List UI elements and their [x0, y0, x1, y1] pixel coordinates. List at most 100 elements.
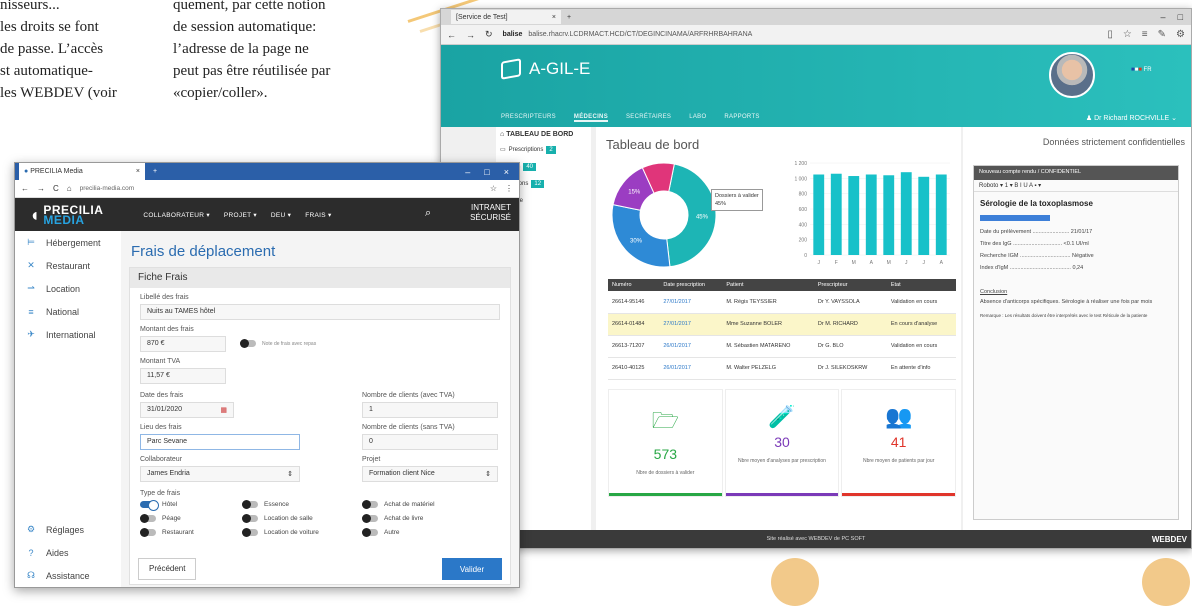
toggle-restaurant[interactable]: Restaurant: [140, 528, 194, 537]
sidebar-item-reglages[interactable]: ⚙ Réglages: [15, 518, 121, 541]
refresh-icon[interactable]: ↻: [485, 29, 493, 40]
sidebar-item-national[interactable]: ≡ National: [15, 300, 121, 323]
libelle-field[interactable]: Nuits au TAMES hôtel: [140, 304, 500, 320]
toggle-hotel[interactable]: Hôtel: [140, 500, 177, 511]
previous-button[interactable]: Précédent: [138, 558, 197, 580]
close-icon[interactable]: ×: [552, 14, 556, 21]
sidebar-item-restaurant[interactable]: ✕ Restaurant: [15, 254, 121, 277]
toggle-switch[interactable]: [242, 514, 258, 523]
montant-field[interactable]: 870 €: [140, 336, 226, 352]
note-toggle[interactable]: Note de frais avec repas: [240, 339, 316, 348]
settings-icon[interactable]: ⚙: [1176, 29, 1185, 40]
sidebar-item-assistance[interactable]: ☊ Assistance: [15, 564, 121, 587]
plane-icon: ✈: [27, 329, 35, 339]
toggle-achat-materiel[interactable]: Achat de matériel: [362, 500, 435, 509]
close-icon[interactable]: ×: [136, 168, 140, 175]
toggle-switch[interactable]: [240, 339, 256, 348]
nav-prescripteurs[interactable]: PRESCRIPTEURS: [501, 114, 556, 122]
collaborateur-select[interactable]: James Endria ⇕: [140, 466, 300, 482]
toggle-switch[interactable]: [362, 500, 378, 509]
column-header[interactable]: Etat: [886, 279, 956, 291]
toggle-location-voiture[interactable]: Location de voiture: [242, 528, 319, 537]
validate-button[interactable]: Valider: [442, 558, 502, 580]
table-row[interactable]: 26614-01484 27/01/2017 Mme Suzanne BOLER…: [608, 313, 956, 336]
table-row[interactable]: 26410-40125 26/01/2017 M. Walter PELZELG…: [608, 357, 956, 380]
language-flag[interactable]: ■■■ FR: [1131, 67, 1152, 73]
stat-card-dossiers[interactable]: 🗁 573 Nbre de dossiers à valider: [608, 389, 723, 497]
report-body[interactable]: Sérologie de la toxoplasmose Date du pré…: [974, 192, 1178, 325]
nav-frais[interactable]: FRAIS ▾: [305, 211, 331, 219]
editor-toolbar[interactable]: Roboto ▾ 1 ▾ B I U A ▪ ▾: [974, 180, 1178, 192]
nav-rapports[interactable]: RAPPORTS: [724, 114, 759, 122]
table-row[interactable]: 26613-71207 26/01/2017 M. Sébastien MATA…: [608, 335, 956, 358]
date-field[interactable]: 31/01/2020 ▦: [140, 402, 234, 418]
column-header[interactable]: Patient: [722, 279, 814, 291]
sidebar-item-location[interactable]: ⇀ Location: [15, 277, 121, 300]
forward-icon[interactable]: →: [37, 184, 45, 193]
toggle-essence[interactable]: Essence: [242, 500, 289, 509]
table-row[interactable]: 26614-95146 27/01/2017 M. Régis TEYSSIER…: [608, 291, 956, 314]
lieu-field[interactable]: Parc Sevane: [140, 434, 300, 450]
toggle-achat-livre[interactable]: Achat de livre: [362, 514, 423, 523]
sidebar-item-hebergement[interactable]: ⊨ Hébergement: [15, 231, 121, 254]
new-tab-icon[interactable]: +: [567, 14, 571, 21]
toggle-peage[interactable]: Péage: [140, 514, 181, 523]
toggle-autre[interactable]: Autre: [362, 528, 400, 537]
kebab-menu-icon[interactable]: ⋮: [505, 184, 513, 193]
nav-projet[interactable]: PROJET ▾: [224, 211, 257, 219]
calendar-icon[interactable]: ▦: [220, 406, 227, 414]
url-field[interactable]: balise balise.rhacrv.LCDRMACT.HCD/CT/DEGI…: [503, 31, 1098, 38]
sidebar-title[interactable]: ⌂ TABLEAU DE BORD: [500, 131, 587, 138]
forward-icon[interactable]: →: [466, 30, 475, 40]
nav-medecins[interactable]: MÉDECINS: [573, 114, 608, 122]
note-icon[interactable]: ✎: [1158, 29, 1166, 40]
menu-icon[interactable]: ≡: [1142, 29, 1148, 40]
toggle-location-salle[interactable]: Location de salle: [242, 514, 313, 523]
toggle-switch[interactable]: [362, 528, 378, 537]
nav-collaborateur[interactable]: COLLABORATEUR ▾: [143, 211, 210, 219]
toggle-switch[interactable]: [140, 500, 159, 511]
maximize-icon[interactable]: □: [484, 167, 489, 177]
projet-select[interactable]: Formation client Nice ⇕: [362, 466, 498, 482]
clients-tva-field[interactable]: 1: [362, 402, 498, 418]
search-icon[interactable]: ⌕: [425, 207, 431, 220]
user-menu[interactable]: ♟ Dr Richard ROCHVILLE ⌄: [1086, 114, 1177, 122]
nav-secretaires[interactable]: SECRÉTAIRES: [626, 114, 671, 122]
column-header[interactable]: Date prescription: [659, 279, 723, 291]
maximize-icon[interactable]: □: [1178, 12, 1183, 22]
toggle-switch[interactable]: [140, 514, 156, 523]
avatar[interactable]: [1049, 52, 1095, 98]
sidebar-item-international[interactable]: ✈ International: [15, 323, 121, 346]
column-header[interactable]: Numéro: [608, 279, 660, 291]
nav-labo[interactable]: LABO: [689, 114, 706, 122]
stat-card-analyses[interactable]: 🧪 30 Nbre moyen d'analyses par prescript…: [724, 389, 840, 497]
new-tab-icon[interactable]: +: [153, 168, 157, 175]
favicon-icon: ●: [24, 168, 29, 175]
agile-logo[interactable]: A-GIL-E: [501, 58, 590, 80]
tva-field[interactable]: 11,57 €: [140, 368, 226, 384]
clients-sans-tva-field[interactable]: 0: [362, 434, 498, 450]
minimize-icon[interactable]: –: [1161, 12, 1166, 22]
back-icon[interactable]: ←: [447, 30, 456, 40]
back-icon[interactable]: ←: [21, 184, 29, 193]
nav-deu[interactable]: DEU ▾: [271, 211, 291, 219]
star-icon[interactable]: ☆: [490, 184, 497, 193]
reader-icon[interactable]: ▯: [1107, 29, 1113, 40]
stat-card-patients[interactable]: 👥 41 Nbre moyen de patients par jour: [841, 389, 957, 497]
close-window-icon[interactable]: ×: [504, 167, 509, 177]
column-header[interactable]: Prescripteur: [813, 279, 887, 291]
sidebar-item-prescriptions[interactable]: ▭ Prescriptions 2: [500, 141, 587, 158]
minimize-icon[interactable]: –: [465, 167, 470, 177]
toggle-switch[interactable]: [140, 528, 156, 537]
sidebar-item-aides[interactable]: ? Aides: [15, 541, 121, 564]
toggle-switch[interactable]: [242, 500, 258, 509]
url-field[interactable]: precilia-media.com: [80, 185, 482, 192]
star-icon[interactable]: ☆: [1123, 29, 1132, 40]
refresh-icon[interactable]: C: [53, 184, 59, 193]
home-icon[interactable]: ⌂: [67, 184, 72, 193]
toggle-switch[interactable]: [242, 528, 258, 537]
browser-tab[interactable]: [Service de Test] ×: [451, 10, 561, 24]
precilia-logo[interactable]: ◖ PRECILIA MEDIA: [29, 204, 103, 226]
toggle-switch[interactable]: [362, 514, 378, 523]
browser-tab[interactable]: ● PRECILIA Media ×: [19, 163, 145, 180]
